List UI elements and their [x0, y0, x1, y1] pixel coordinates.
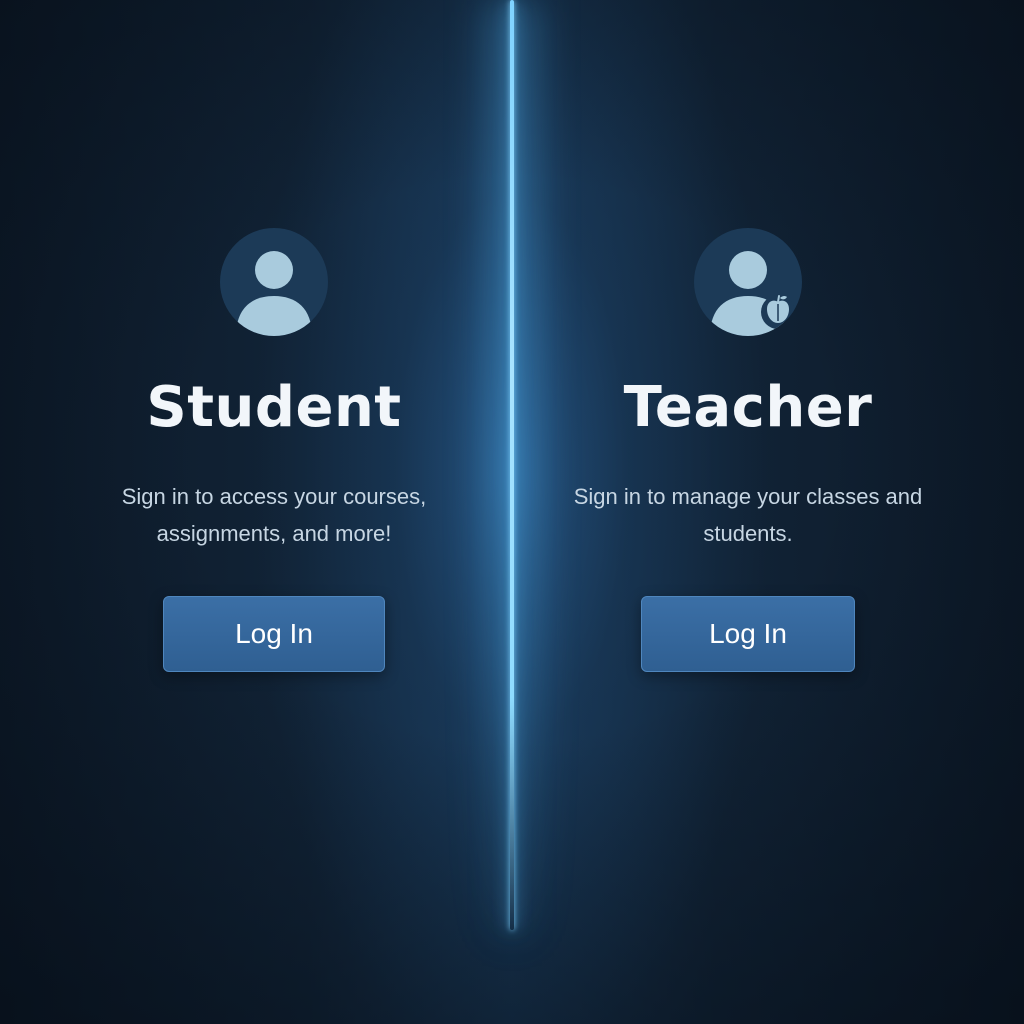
teacher-login-button[interactable]: Log In — [641, 596, 855, 672]
student-description: Sign in to access your courses, assignme… — [121, 484, 427, 546]
apple-icon — [758, 290, 798, 330]
student-avatar-icon — [220, 228, 328, 336]
student-panel: Student Sign in to access your courses, … — [64, 228, 484, 672]
role-select-screen: Student Sign in to access your courses, … — [0, 0, 1024, 1024]
student-title: Student — [146, 375, 402, 440]
teacher-description: Sign in to manage your classes and stude… — [573, 484, 923, 546]
teacher-panel: Teacher Sign in to manage your classes a… — [538, 228, 958, 672]
glowing-divider — [510, 0, 514, 930]
teacher-title: Teacher — [623, 375, 873, 440]
student-login-button[interactable]: Log In — [163, 596, 385, 672]
teacher-avatar-icon — [694, 228, 802, 336]
